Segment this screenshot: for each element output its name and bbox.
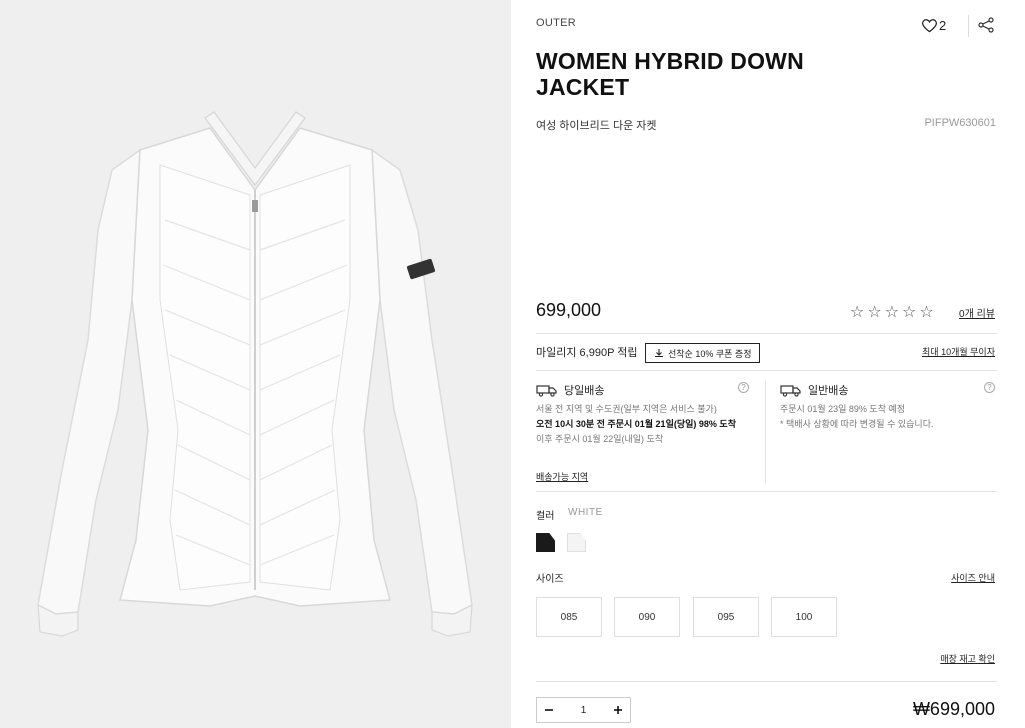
size-option[interactable]: 085 (536, 597, 602, 637)
coupon-download-button[interactable]: 선착순 10% 쿠폰 증정 (645, 343, 761, 363)
total-price: ₩699,000 (912, 699, 995, 719)
plus-icon (614, 706, 622, 714)
like-button[interactable]: 2 (922, 18, 946, 33)
star-icon: ☆ (919, 304, 934, 321)
jacket-image (37, 111, 473, 637)
product-image (0, 0, 511, 728)
standard-shipping-title: 일반배송 (780, 382, 848, 398)
product-title: WOMEN HYBRID DOWN JACKET (536, 48, 804, 100)
help-icon[interactable]: ? (984, 382, 995, 393)
installment-link[interactable]: 최대 10개월 무이자 (922, 345, 995, 358)
product-category: OUTER (536, 17, 576, 29)
star-icon: ☆ (884, 304, 900, 321)
divider (536, 370, 997, 371)
increase-button[interactable] (606, 698, 630, 722)
product-price: 699,000 (536, 300, 602, 320)
color-swatch-white[interactable] (567, 533, 586, 552)
color-value: WHITE (568, 507, 603, 518)
star-icon: ☆ (867, 304, 882, 321)
quantity-value[interactable]: 1 (581, 705, 587, 716)
size-label: 사이즈 (536, 574, 564, 585)
mileage-text: 마일리지 6,990P 적립 (536, 347, 638, 359)
divider (536, 333, 997, 334)
like-count: 2 (939, 18, 947, 33)
heart-icon (922, 18, 937, 32)
same-day-after: 이후 주문시 01월 22일(내일) 도착 (536, 434, 664, 444)
color-swatch-black[interactable] (536, 533, 555, 552)
quantity-stepper: 1 (536, 697, 631, 723)
truck-icon (536, 384, 557, 397)
same-day-shipping-title: 당일배송 (536, 382, 604, 398)
standard-note: * 택배사 상황에 따라 변경될 수 있습니다. (780, 419, 934, 429)
product-sku: PIFPW630601 (924, 117, 996, 129)
same-day-cutoff: 오전 10시 30분 전 주문시 01월 21일(당일) 98% 도착 (536, 419, 736, 429)
download-icon (655, 349, 663, 358)
size-option[interactable]: 100 (771, 597, 837, 637)
share-button[interactable] (978, 17, 994, 38)
star-icon: ☆ (902, 304, 917, 321)
truck-icon (780, 384, 801, 397)
color-label: 컬러 (536, 511, 555, 522)
product-info-panel: OUTER 2 WOMEN HYBRID DOWN JACKET 여성 하이브리… (536, 0, 997, 728)
divider (536, 681, 997, 682)
standard-label: 일반배송 (808, 385, 849, 397)
help-icon[interactable]: ? (738, 382, 749, 393)
size-guide-link[interactable]: 사이즈 안내 (951, 571, 995, 584)
coupon-label: 선착순 10% 쿠폰 증정 (668, 348, 752, 359)
shipping-area-link[interactable]: 배송가능 지역 (536, 470, 588, 483)
store-stock-link[interactable]: 매장 재고 확인 (940, 652, 995, 665)
rating-stars: ☆ ☆ ☆ ☆ ☆ (850, 302, 934, 322)
share-icon (978, 17, 994, 33)
decrease-button[interactable] (537, 698, 561, 722)
star-icon: ☆ (850, 304, 865, 321)
divider (536, 491, 997, 492)
divider (765, 381, 766, 483)
standard-eta: 주문시 01월 23일 89% 도착 예정 (780, 404, 906, 414)
product-subtitle: 여성 하이브리드 다운 자켓 (536, 120, 657, 132)
minus-icon (545, 709, 553, 711)
same-day-area: 서울 전 지역 및 수도권(일부 지역은 서비스 불가) (536, 404, 717, 414)
divider (968, 15, 969, 37)
reviews-link[interactable]: 0개 리뷰 (959, 305, 995, 320)
same-day-label: 당일배송 (564, 385, 605, 397)
size-option[interactable]: 090 (614, 597, 680, 637)
size-option[interactable]: 095 (693, 597, 759, 637)
